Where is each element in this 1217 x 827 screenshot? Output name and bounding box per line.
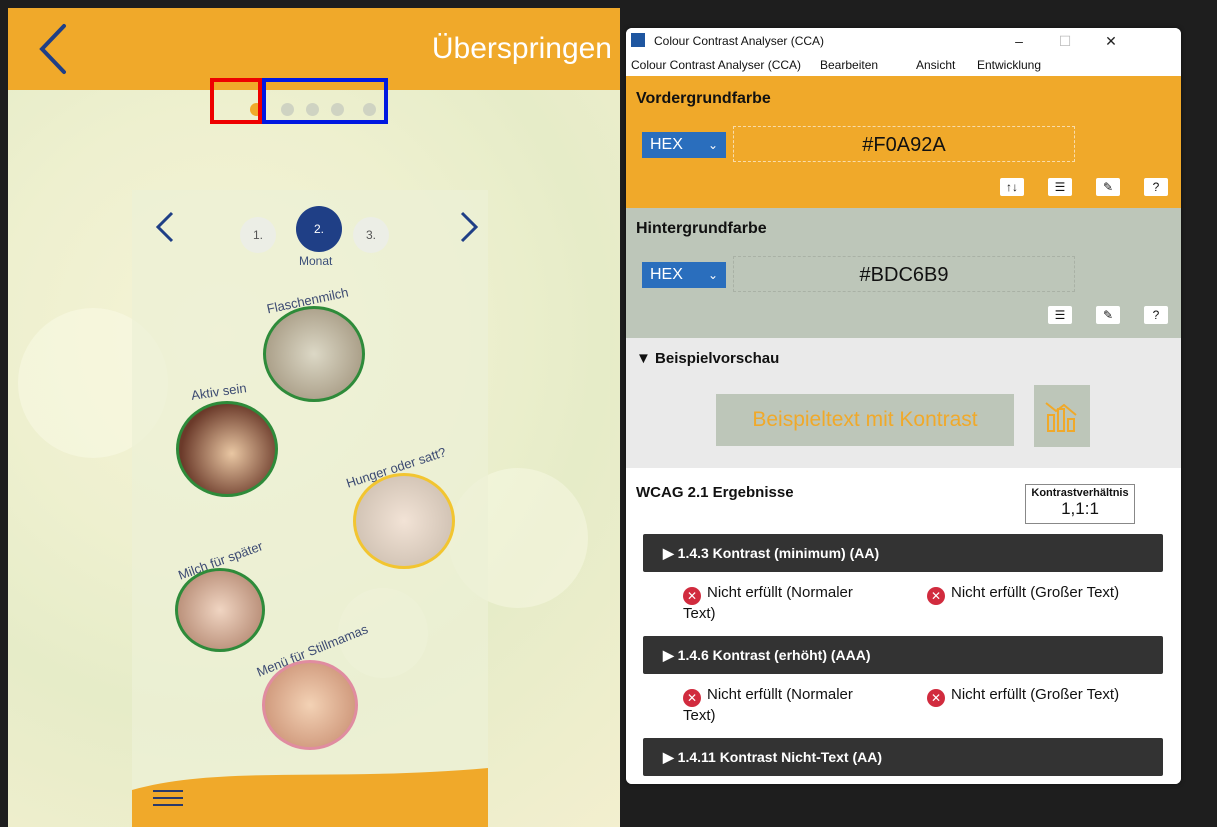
format-value: HEX bbox=[650, 266, 683, 283]
fail-icon: ✕ bbox=[927, 689, 945, 707]
chevron-down-icon: ⌄ bbox=[707, 138, 718, 152]
window-title: Colour Contrast Analyser (CCA) bbox=[654, 34, 825, 48]
minimize-button[interactable]: – bbox=[996, 28, 1042, 54]
preview-sample-text: Beispieltext mit Kontrast bbox=[716, 394, 1014, 446]
cca-window: Colour Contrast Analyser (CCA) – ☐ ✕ Col… bbox=[626, 28, 1181, 784]
fail-icon: ✕ bbox=[927, 587, 945, 605]
result-large-text: ✕ Nicht erfüllt (Großer Text) bbox=[927, 686, 1172, 707]
background-section: Hintergrundfarbe HEX ⌄ #BDC6B9 ☰ ✎ ? bbox=[626, 208, 1181, 338]
help-icon[interactable]: ? bbox=[1144, 306, 1168, 324]
format-value: HEX bbox=[650, 136, 683, 153]
chart-icon bbox=[1034, 385, 1090, 447]
preview-section: ▼ Beispielvorschau Beispieltext mit Kont… bbox=[626, 338, 1181, 468]
chevron-down-icon: ⌄ bbox=[707, 268, 718, 282]
menu-item-entwicklung[interactable]: Entwicklung bbox=[977, 58, 1041, 72]
menu-item-bearbeiten[interactable]: Bearbeiten bbox=[820, 58, 878, 72]
skip-button[interactable]: Überspringen bbox=[432, 32, 612, 66]
month-1-button[interactable]: 1. bbox=[240, 217, 276, 253]
swap-colors-icon[interactable]: ↑↓ bbox=[1000, 178, 1024, 196]
next-month-arrow-icon[interactable] bbox=[458, 210, 480, 244]
pumping-photo[interactable] bbox=[175, 568, 265, 652]
foreground-section: Vordergrundfarbe HEX ⌄ #F0A92A ↑↓ ☰ ✎ ? bbox=[626, 76, 1181, 208]
mother-eating-photo[interactable] bbox=[262, 660, 358, 750]
title-bar: Colour Contrast Analyser (CCA) – ☐ ✕ bbox=[626, 28, 1181, 54]
foreground-title: Vordergrundfarbe bbox=[636, 90, 771, 107]
result-large-text: ✕ Nicht erfüllt (Großer Text) bbox=[927, 584, 1172, 605]
menu-bar: Colour Contrast Analyser (CCA) Bearbeite… bbox=[626, 54, 1181, 76]
criterion-1-4-6[interactable]: ▶ 1.4.6 Kontrast (erhöht) (AAA) bbox=[643, 636, 1163, 674]
sliders-icon[interactable]: ☰ bbox=[1048, 306, 1072, 324]
menu-item-ansicht[interactable]: Ansicht bbox=[916, 58, 955, 72]
background-title: Hintergrundfarbe bbox=[636, 220, 767, 237]
active-woman-photo[interactable] bbox=[176, 401, 278, 497]
sliders-icon[interactable]: ☰ bbox=[1048, 178, 1072, 196]
foreground-hex-input[interactable]: #F0A92A bbox=[733, 126, 1075, 162]
criterion-1-4-11[interactable]: ▶ 1.4.11 Kontrast Nicht-Text (AA) bbox=[643, 738, 1163, 776]
criterion-1-4-3[interactable]: ▶ 1.4.3 Kontrast (minimum) (AA) bbox=[643, 534, 1163, 572]
results-section: WCAG 2.1 Ergebnisse Kontrastverhältnis 1… bbox=[626, 468, 1181, 784]
contrast-ratio-box: Kontrastverhältnis 1,1:1 bbox=[1025, 484, 1135, 524]
results-title: WCAG 2.1 Ergebnisse bbox=[636, 484, 794, 501]
eyedropper-icon[interactable]: ✎ bbox=[1096, 178, 1120, 196]
ratio-value: 1,1:1 bbox=[1061, 499, 1099, 518]
fail-icon: ✕ bbox=[683, 587, 701, 605]
eyedropper-icon[interactable]: ✎ bbox=[1096, 306, 1120, 324]
close-button[interactable]: ✕ bbox=[1088, 28, 1134, 54]
back-arrow-icon[interactable] bbox=[34, 20, 84, 78]
preview-toggle[interactable]: ▼ Beispielvorschau bbox=[636, 350, 779, 367]
month-2-button[interactable]: 2. bbox=[296, 206, 342, 252]
cca-app-icon bbox=[631, 33, 645, 47]
menu-icon[interactable] bbox=[153, 790, 183, 810]
highlight-box-red bbox=[210, 78, 262, 124]
prev-month-arrow-icon[interactable] bbox=[154, 210, 176, 244]
result-normal-text: ✕ Nicht erfüllt (Normaler Text) bbox=[683, 686, 853, 724]
background-format-select[interactable]: HEX ⌄ bbox=[642, 262, 726, 288]
baby-photo[interactable] bbox=[353, 473, 455, 569]
fail-icon: ✕ bbox=[683, 689, 701, 707]
highlight-box-blue bbox=[262, 78, 388, 124]
menu-item-cca[interactable]: Colour Contrast Analyser (CCA) bbox=[631, 58, 801, 72]
month-3-button[interactable]: 3. bbox=[353, 217, 389, 253]
maximize-button[interactable]: ☐ bbox=[1042, 28, 1088, 54]
help-icon[interactable]: ? bbox=[1144, 178, 1168, 196]
footer-wave bbox=[132, 768, 488, 827]
result-normal-text: ✕ Nicht erfüllt (Normaler Text) bbox=[683, 584, 853, 622]
bottle-photo[interactable] bbox=[263, 306, 365, 402]
background-hex-input[interactable]: #BDC6B9 bbox=[733, 256, 1075, 292]
foreground-format-select[interactable]: HEX ⌄ bbox=[642, 132, 726, 158]
ratio-label: Kontrastverhältnis bbox=[1031, 487, 1129, 499]
month-label: Monat bbox=[299, 254, 333, 268]
mobile-app-screen: Überspringen 1. 2. 3. Monat Flaschenmilc… bbox=[8, 8, 620, 827]
